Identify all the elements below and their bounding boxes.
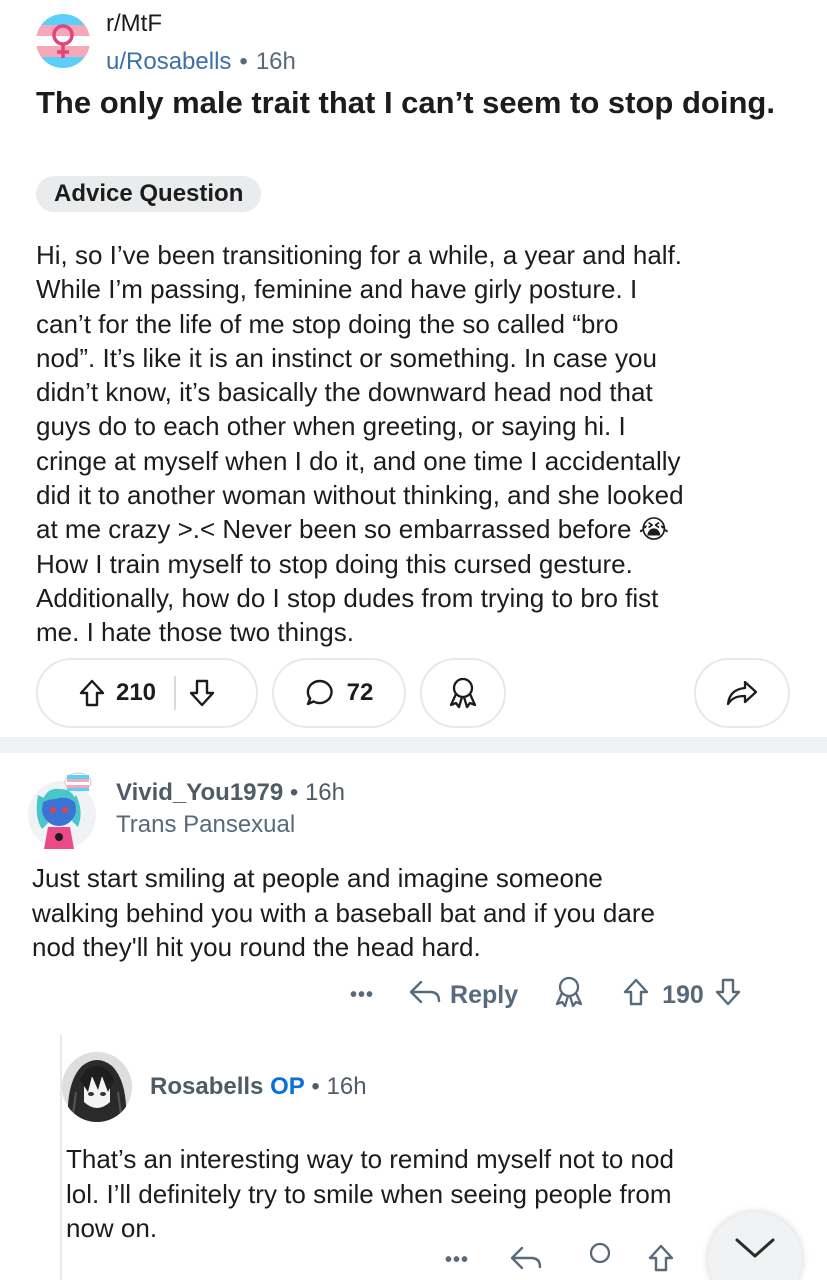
reply-label: Reply (450, 980, 519, 1009)
body-line: didn’t know, it’s basically the downward… (36, 377, 653, 408)
comment-actions: ••• Reply 190 (350, 975, 742, 1015)
comments-button[interactable]: 72 (272, 658, 406, 728)
post-header: r/MtF u/Rosabells • 16h (36, 8, 796, 78)
vote-pill: 210 (36, 658, 258, 728)
body-line: cringe at myself when I do it, and one t… (36, 445, 681, 476)
body-line: can’t for the life of me stop doing the … (36, 308, 619, 339)
comment-time: 16h (326, 1073, 367, 1100)
comment-actions: ••• (445, 1240, 675, 1280)
award-ribbon-icon (446, 676, 480, 710)
comment-line: now on. (66, 1213, 158, 1243)
comment-line: That’s an interesting way to remind myse… (66, 1144, 674, 1174)
thread-line[interactable] (60, 1035, 62, 1280)
body-line: While I’m passing, feminine and have gir… (36, 274, 638, 305)
downvote-icon[interactable] (188, 678, 216, 708)
op-badge: OP (270, 1073, 305, 1100)
award-button[interactable] (420, 658, 506, 728)
avatar[interactable] (26, 765, 98, 851)
body-line: Hi, so I’ve been transitioning for a whi… (36, 240, 683, 270)
post-body: Hi, so I’ve been transitioning for a whi… (36, 238, 806, 650)
comment-meta: Vivid_You1979 • 16h (116, 779, 345, 807)
more-options-button[interactable]: ••• (445, 1249, 469, 1272)
body-line: did it to another woman without thinking… (36, 480, 684, 511)
chevron-down-icon (733, 1236, 777, 1265)
comment-score: 190 (662, 980, 704, 1009)
body-line: How I train myself to stop doing this cu… (36, 548, 633, 579)
comment-time: 16h (304, 779, 345, 806)
reply-arrow-icon[interactable] (509, 1244, 543, 1277)
downvote-icon[interactable] (714, 977, 742, 1014)
upvote-icon[interactable] (622, 977, 650, 1014)
comment-body: That’s an interesting way to remind myse… (66, 1142, 806, 1246)
share-arrow-icon (725, 678, 759, 708)
comment-count: 72 (346, 679, 374, 706)
upvote-count: 210 (115, 679, 157, 706)
post-action-bar: 210 72 (36, 658, 792, 728)
comment-username[interactable]: Rosabells (150, 1073, 263, 1100)
user-flair: Trans Pansexual (116, 811, 296, 838)
post-time: 16h (255, 48, 296, 75)
post-meta: u/Rosabells • 16h (106, 48, 296, 76)
more-options-button[interactable]: ••• (350, 984, 374, 1007)
post-flair[interactable]: Advice Question (36, 176, 262, 212)
speech-bubble-icon (305, 678, 335, 708)
body-line: guys do to each other when greeting, or … (36, 411, 626, 442)
comment-line: Just start smiling at people and imagine… (32, 863, 603, 893)
reply-button[interactable]: Reply (408, 978, 518, 1013)
body-line: nod”. It’s like it is an instinct or som… (36, 342, 657, 373)
reply-arrow-icon (408, 978, 442, 1013)
comment-body: Just start smiling at people and imagine… (32, 861, 792, 965)
vote-separator (174, 676, 177, 710)
section-divider (0, 737, 827, 753)
meta-separator: • (304, 1073, 327, 1100)
avatar[interactable] (62, 1052, 132, 1122)
body-line: me. I hate those two things. (36, 617, 354, 648)
meta-separator: • (239, 48, 248, 75)
comment-meta: Rosabells OP • 16h (150, 1073, 367, 1101)
comment-username[interactable]: Vivid_You1979 (116, 779, 283, 806)
upvote-icon[interactable] (78, 678, 106, 708)
post-title[interactable]: The only male trait that I can’t seem to… (36, 84, 796, 121)
award-ribbon-icon[interactable] (552, 975, 586, 1016)
body-line: at me crazy >.< Never been so embarrasse… (36, 514, 670, 545)
comment-line: lol. I’ll definitely try to smile when s… (66, 1178, 672, 1209)
award-ribbon-icon[interactable] (583, 1241, 617, 1280)
upvote-icon[interactable] (647, 1243, 675, 1278)
comment-line: nod they'll hit you round the head hard. (32, 932, 481, 962)
post-author[interactable]: u/Rosabells (106, 48, 231, 75)
share-button[interactable] (694, 658, 790, 728)
subreddit-name[interactable]: r/MtF (106, 10, 162, 38)
comment-line: walking behind you with a baseball bat a… (32, 897, 655, 928)
body-line: Additionally, how do I stop dudes from t… (36, 582, 659, 613)
trans-symbol-icon[interactable] (36, 14, 90, 68)
meta-separator: • (283, 779, 305, 806)
